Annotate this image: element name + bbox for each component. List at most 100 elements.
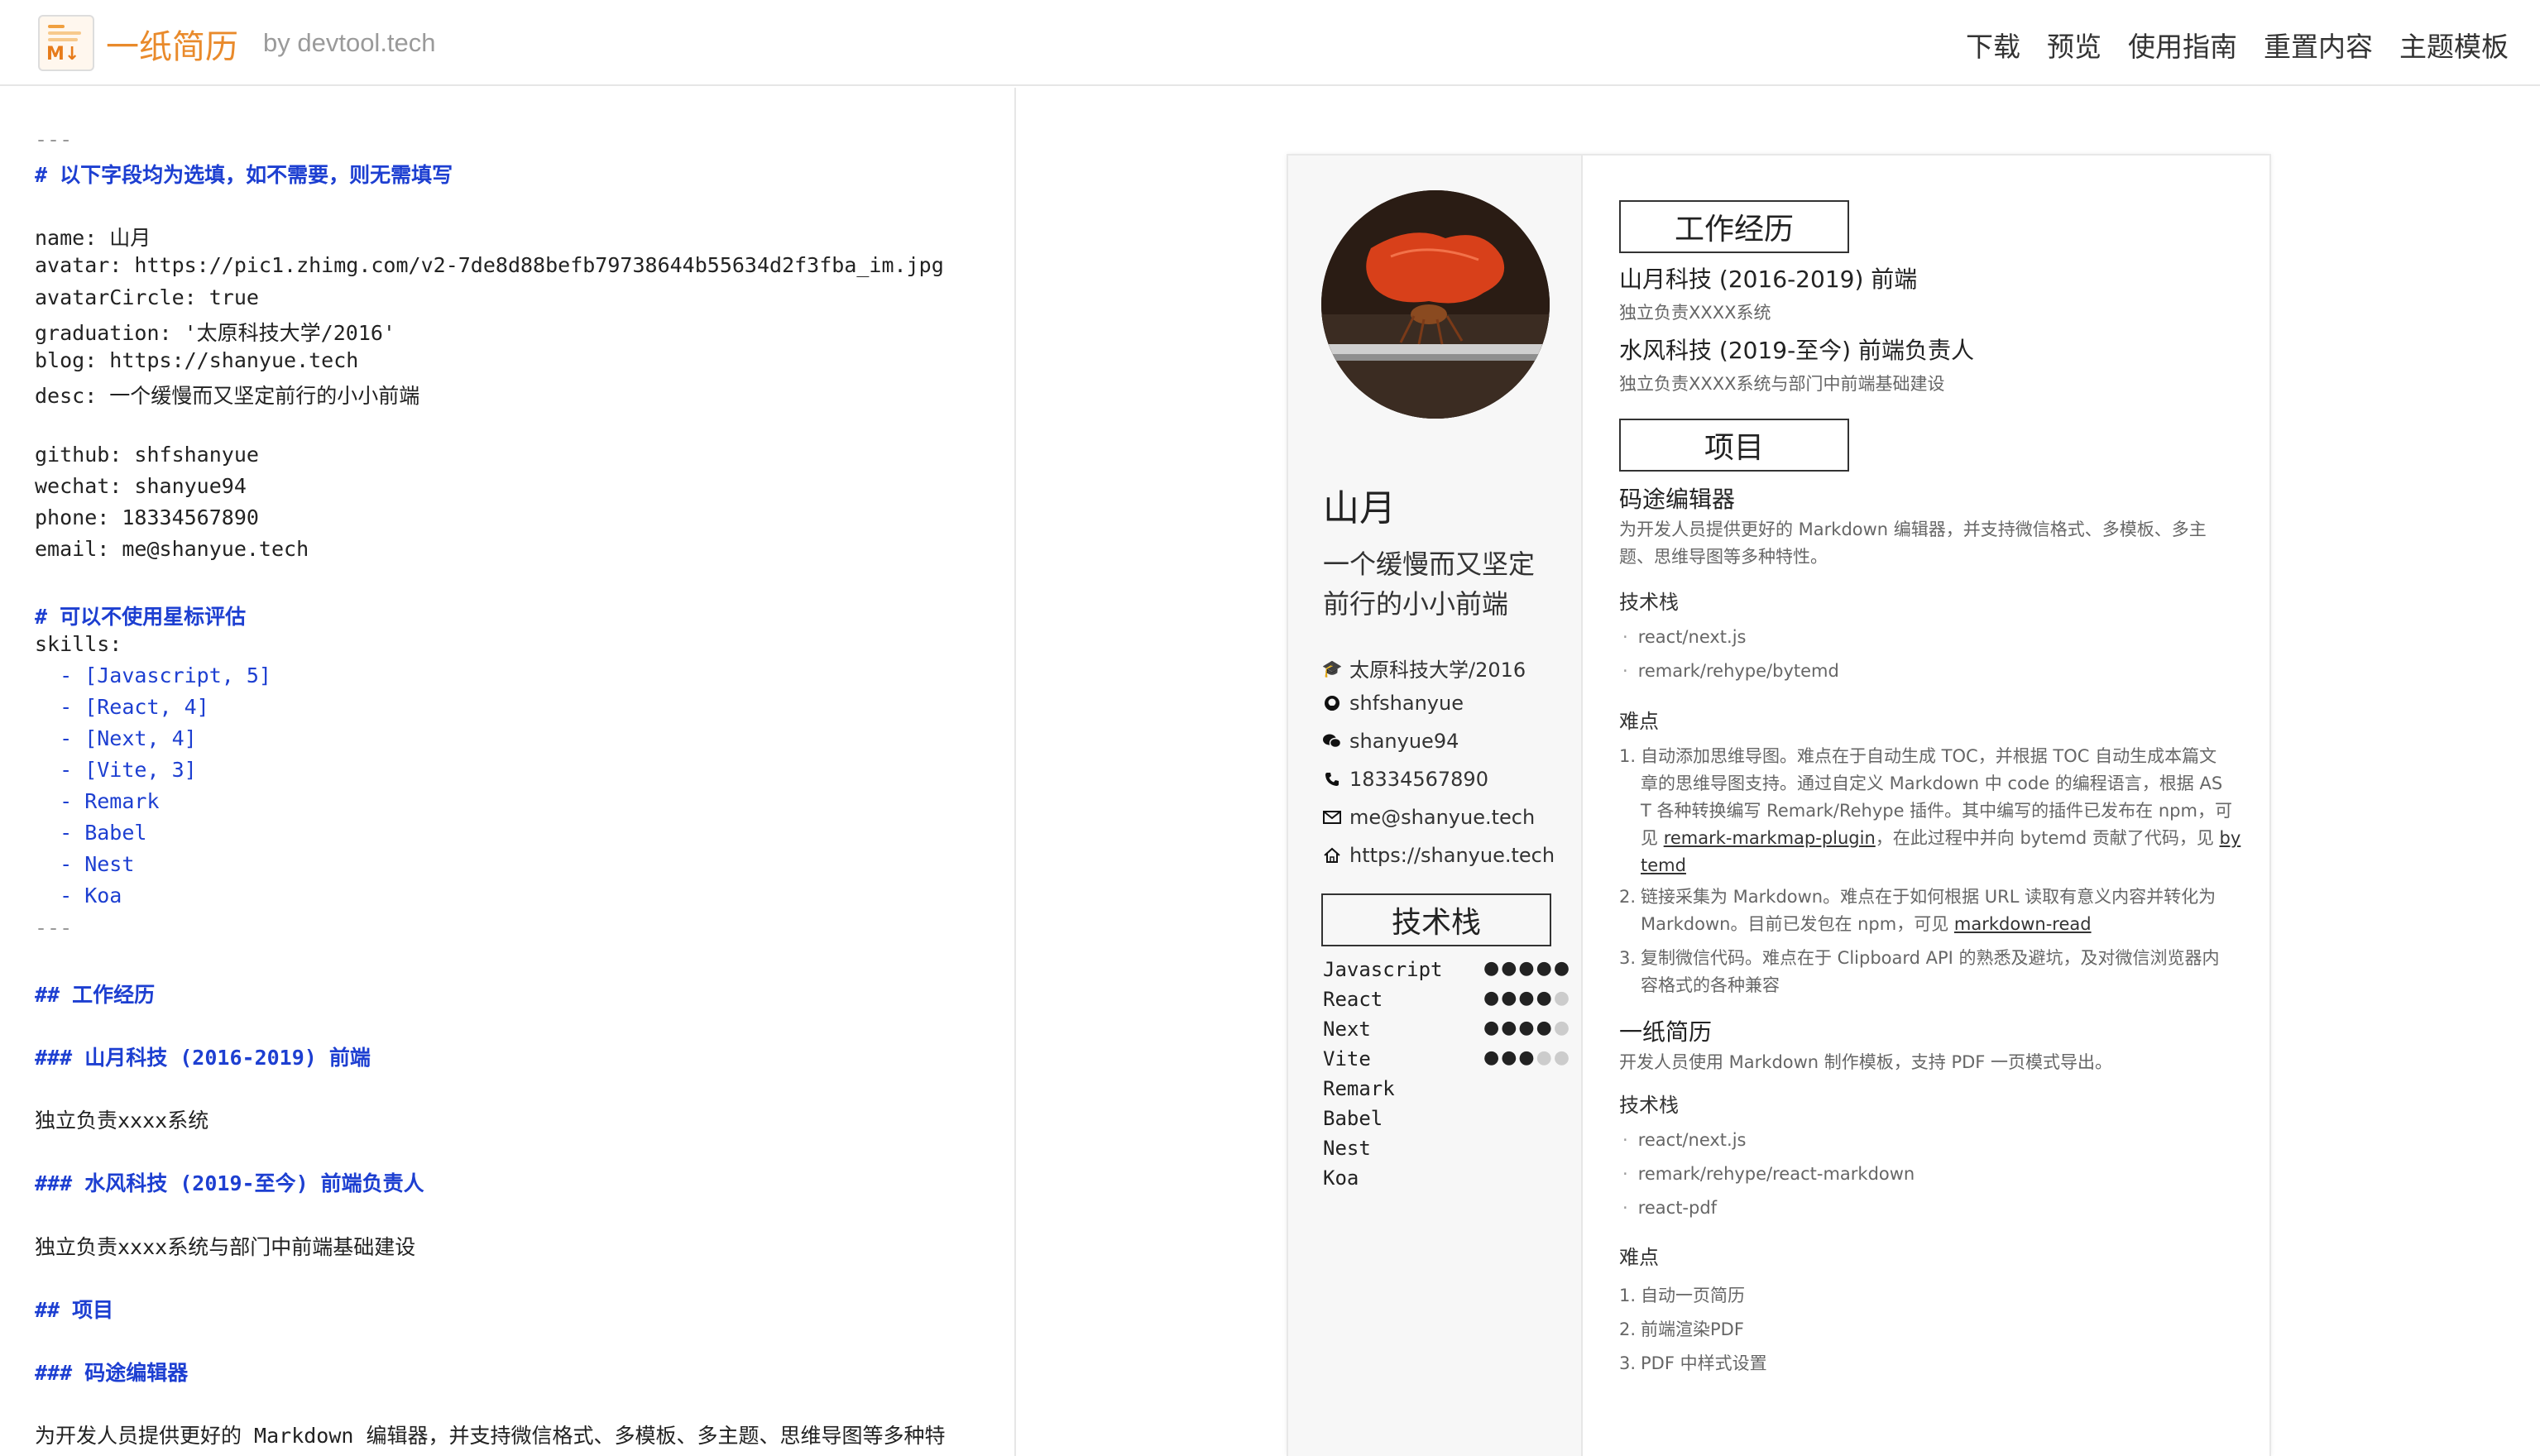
rating-dot: ● — [1536, 958, 1554, 979]
markdown-editor[interactable]: --- # 以下字段均为选填，如不需要，则无需填写 name: 山月 avatar: … — [0, 88, 1016, 1456]
wechat-icon — [1323, 732, 1341, 750]
editor-line[interactable]: desc: 一个缓慢而又坚定前行的小小前端 — [35, 380, 419, 410]
editor-line[interactable]: 独立负责xxxx系统与部门中前端基础建设 — [35, 1231, 415, 1261]
skill-name: Koa — [1323, 1166, 1359, 1190]
stack-item: remark/rehype/bytemd — [1622, 661, 1839, 681]
skill-name: Nest — [1323, 1137, 1371, 1160]
github-icon — [1323, 694, 1341, 712]
editor-line[interactable]: - Koa — [35, 884, 122, 908]
contact-graduation: 🎓 太原科技大学/2016 — [1322, 654, 1526, 682]
nav-download[interactable]: 下载 — [1966, 25, 2020, 65]
contact-email[interactable]: me@shanyue.tech — [1323, 806, 1535, 829]
link-markdown-read[interactable]: markdown-read — [1954, 914, 2092, 934]
rating-dot: ● — [1483, 958, 1502, 979]
editor-line[interactable]: github: shfshanyue — [35, 443, 259, 467]
rating-dot: ● — [1501, 1018, 1519, 1038]
contact-text: shfshanyue — [1349, 692, 1464, 715]
editor-line[interactable]: ## 项目 — [35, 1294, 113, 1324]
rating-dot: ● — [1553, 958, 1572, 979]
nav-guide[interactable]: 使用指南 — [2128, 25, 2237, 65]
job-title: 山月科技 (2016-2019) 前端 — [1619, 266, 1918, 293]
editor-line[interactable]: - [React, 4] — [35, 695, 209, 719]
project-section-title: 项目 — [1619, 419, 1849, 472]
editor-line[interactable]: - [Vite, 3] — [35, 758, 197, 782]
difficulty-item: 2. 链接采集为 Markdown。难点在于如何根据 URL 读取有意义内容并转化… — [1619, 887, 2217, 934]
editor-line[interactable]: --- — [35, 916, 72, 940]
rating-dot: ● — [1536, 1047, 1554, 1068]
editor-line[interactable]: - Babel — [35, 821, 146, 845]
rating-dot: ● — [1553, 1018, 1572, 1038]
contact-phone[interactable]: 18334567890 — [1323, 768, 1488, 791]
skill-name: React — [1323, 988, 1383, 1011]
contact-text: shanyue94 — [1349, 730, 1459, 753]
link-bytemd[interactable]: temd — [1641, 855, 1686, 875]
project-title: 码途编辑器 — [1619, 486, 1736, 513]
stack-label: 技术栈 — [1619, 1094, 1679, 1117]
skill-rating: ●●●●● — [1483, 1047, 1571, 1068]
editor-line[interactable]: email: me@shanyue.tech — [35, 537, 309, 561]
editor-line[interactable]: # 可以不使用星标评估 — [35, 601, 246, 630]
skill-name: Remark — [1323, 1077, 1395, 1100]
difficulty-item: 2. 前端渲染PDF — [1619, 1320, 1744, 1339]
contact-blog[interactable]: https://shanyue.tech — [1323, 844, 1555, 867]
editor-line[interactable]: skills: — [35, 632, 122, 656]
rating-dot: ● — [1483, 1018, 1502, 1038]
nav-reset[interactable]: 重置内容 — [2264, 25, 2373, 65]
resume-name: 山月 — [1323, 487, 1396, 529]
rating-dot: ● — [1553, 988, 1572, 1008]
skill-name: Javascript — [1323, 958, 1443, 981]
rating-dot: ● — [1501, 988, 1519, 1008]
project-desc: 为开发人员提供更好的 Markdown 编辑器，并支持微信格式、多模板、多主 — [1619, 520, 2207, 539]
editor-line[interactable]: ### 码途编辑器 — [35, 1357, 188, 1387]
editor-line[interactable]: ## 工作经历 — [35, 979, 155, 1008]
skills-section-title: 技术栈 — [1321, 893, 1551, 946]
editor-line[interactable]: 为开发人员提供更好的 Markdown 编辑器，并支持微信格式、多模板、多主题、… — [35, 1420, 946, 1449]
editor-line[interactable]: avatar: https://pic1.zhimg.com/v2-7de8d8… — [35, 253, 944, 277]
app-subtitle[interactable]: by devtool.tech — [263, 28, 436, 58]
difficulty-label: 难点 — [1619, 710, 1659, 733]
editor-line[interactable]: - Remark — [35, 789, 159, 813]
difficulty-item: 1. 自动一页简历 — [1619, 1286, 1745, 1305]
rating-dot: ● — [1501, 1047, 1519, 1068]
skill-name: Vite — [1323, 1047, 1371, 1070]
editor-line[interactable]: phone: 18334567890 — [35, 505, 259, 529]
editor-line[interactable]: - Nest — [35, 852, 134, 876]
app-title[interactable]: 一纸简历 — [106, 20, 238, 68]
top-nav: 下载 预览 使用指南 重置内容 主题模板 — [1966, 25, 2509, 65]
skill-name: Babel — [1323, 1107, 1383, 1130]
contact-text: me@shanyue.tech — [1349, 806, 1536, 829]
resume-preview: 山月 一个缓慢而又坚定前行的小小前端 🎓 太原科技大学/2016 shfshan… — [1287, 154, 2271, 1456]
stack-item: remark/rehype/react-markdown — [1622, 1164, 1915, 1184]
editor-line[interactable]: graduation: '太原科技大学/2016' — [35, 317, 395, 347]
editor-line[interactable]: blog: https://shanyue.tech — [35, 348, 358, 372]
stack-item: react/next.js — [1622, 1130, 1747, 1150]
editor-line[interactable]: # 以下字段均为选填，如不需要，则无需填写 — [35, 159, 453, 189]
editor-line[interactable]: 性。 — [35, 1451, 76, 1456]
editor-line[interactable]: - [Next, 4] — [35, 726, 197, 750]
app-logo-icon[interactable]: M↓ — [38, 15, 94, 71]
editor-line[interactable]: --- — [35, 127, 72, 151]
nav-preview[interactable]: 预览 — [2047, 25, 2101, 65]
editor-line[interactable]: avatarCircle: true — [35, 285, 259, 309]
rating-dot: ● — [1483, 1047, 1502, 1068]
stack-label: 技术栈 — [1619, 591, 1679, 614]
job-title: 水风科技 (2019-至今) 前端负责人 — [1619, 337, 1975, 364]
editor-line[interactable]: - [Javascript, 5] — [35, 663, 271, 687]
nav-themes[interactable]: 主题模板 — [2399, 25, 2509, 65]
link-remark-markmap[interactable]: remark-markmap-plugin — [1664, 828, 1876, 848]
contact-wechat: shanyue94 — [1323, 730, 1459, 753]
project-desc: 题、思维导图等多种特性。 — [1619, 547, 1828, 567]
avatar — [1321, 190, 1550, 419]
editor-line[interactable]: name: 山月 — [35, 222, 151, 251]
stack-item: react-pdf — [1622, 1198, 1717, 1218]
rating-dot: ● — [1553, 1047, 1572, 1068]
editor-line[interactable]: ### 山月科技 (2016-2019) 前端 — [35, 1042, 371, 1071]
editor-line[interactable]: wechat: shanyue94 — [35, 474, 247, 498]
editor-line[interactable]: 独立负责xxxx系统 — [35, 1104, 208, 1134]
rating-dot: ● — [1536, 988, 1554, 1008]
editor-line[interactable]: ### 水风科技 (2019-至今) 前端负责人 — [35, 1167, 424, 1197]
link-bytemd[interactable]: by — [2220, 828, 2241, 848]
contact-text: https://shanyue.tech — [1349, 844, 1555, 867]
contact-github[interactable]: shfshanyue — [1323, 692, 1464, 715]
skill-rating: ●●●●● — [1483, 988, 1571, 1008]
